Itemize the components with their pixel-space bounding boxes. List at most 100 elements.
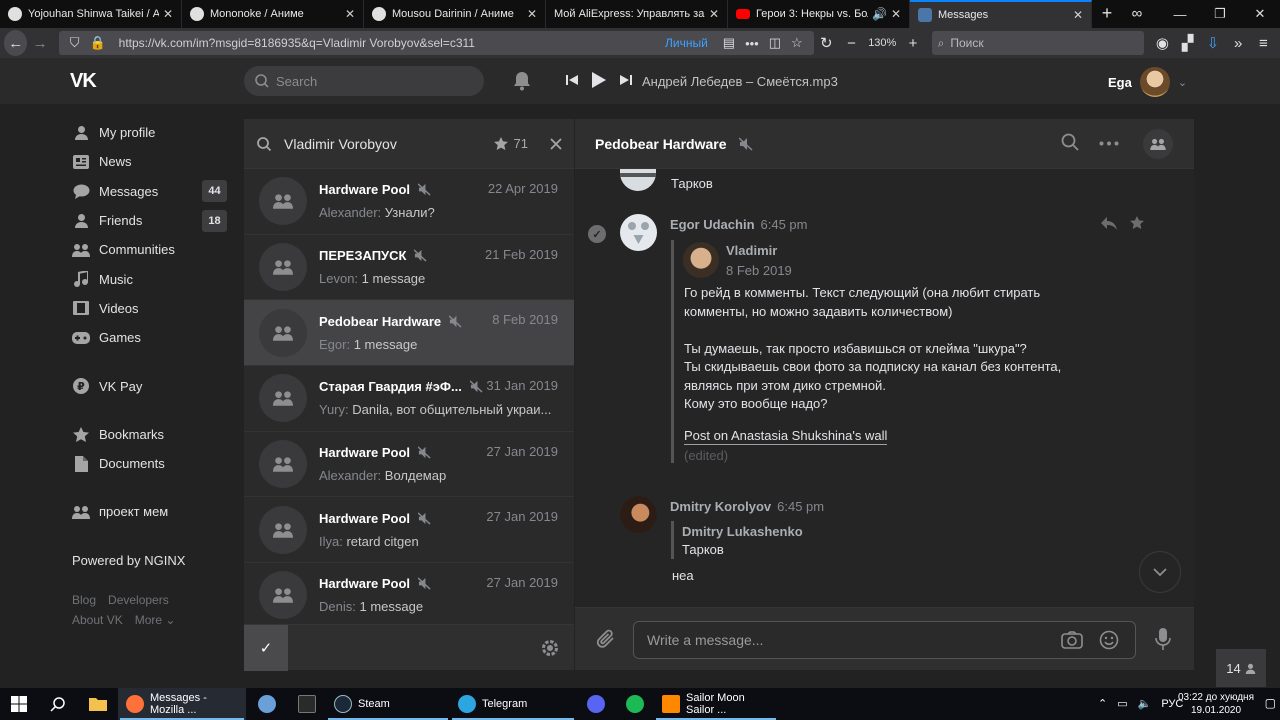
message-author[interactable]: Egor Udachin: [670, 217, 755, 232]
url-bar[interactable]: ⛉ 🔒 https://vk.com/im?msgid=8186935&q=Vl…: [58, 31, 814, 55]
reply-icon[interactable]: [1101, 217, 1117, 230]
online-friends-button[interactable]: 14: [1216, 649, 1266, 687]
zoom-in-button[interactable]: +: [900, 30, 925, 56]
dialog-row[interactable]: Hardware Pool Denis: 1 message 27 Jan 2019: [244, 563, 574, 629]
browser-tab[interactable]: Mousou Dairinin / Аниме ✕: [364, 0, 546, 28]
forward-author[interactable]: Vladimir: [726, 243, 777, 258]
post-link[interactable]: Post on Anastasia Shukshina's wall: [684, 428, 888, 445]
close-tab-icon[interactable]: ✕: [345, 7, 355, 21]
overflow-chevron-icon[interactable]: »: [1226, 30, 1251, 56]
taskbar-app-epic-games[interactable]: [288, 688, 326, 720]
menu-item-vk-pay[interactable]: ₽ VK Pay: [72, 371, 232, 400]
menu-item-my-profile[interactable]: My profile: [72, 118, 232, 147]
hamburger-menu-icon[interactable]: ≡: [1251, 30, 1276, 56]
scroll-to-bottom-button[interactable]: [1139, 551, 1181, 593]
taskbar-app-qbittorrent[interactable]: [246, 688, 288, 720]
play-icon[interactable]: [592, 72, 606, 88]
taskbar-app-firefox[interactable]: Messages - Mozilla ...: [118, 688, 246, 720]
microphone-icon[interactable]: [1155, 627, 1171, 651]
downloads-icon[interactable]: ⇩: [1200, 30, 1225, 56]
avatar[interactable]: [683, 242, 719, 278]
dialog-row[interactable]: ПЕРЕЗАПУСК Levon: 1 message 21 Feb 2019: [244, 235, 574, 301]
browser-tab[interactable]: Mononoke / Аниме ✕: [182, 0, 364, 28]
footer-link-blog[interactable]: Blog: [72, 593, 96, 607]
star-icon[interactable]: [1130, 216, 1144, 229]
bookmark-star-icon[interactable]: ☆: [791, 35, 803, 51]
next-track-icon[interactable]: [620, 74, 632, 86]
forward-date[interactable]: 8 Feb 2019: [726, 263, 792, 278]
current-track-title[interactable]: Андрей Лебедев – Смеётся.mp3: [642, 74, 838, 89]
avatar[interactable]: [620, 214, 657, 251]
message-time[interactable]: 6:45 pm: [777, 499, 824, 514]
starred-filter[interactable]: 71: [493, 136, 528, 151]
message-select-checkbox[interactable]: ✓: [588, 225, 606, 243]
menu-item-videos[interactable]: Videos: [72, 294, 232, 323]
camera-icon[interactable]: [1061, 631, 1083, 649]
avatar[interactable]: [259, 374, 307, 423]
menu-item-messages[interactable]: Messages 44: [72, 177, 232, 206]
paperclip-icon[interactable]: [595, 628, 617, 650]
vk-logo[interactable]: VK: [70, 70, 106, 92]
browser-tab-active[interactable]: Messages ✕: [910, 0, 1092, 28]
menu-item-powered[interactable]: Powered by NGINX: [72, 546, 232, 575]
close-window-button[interactable]: ✕: [1240, 6, 1280, 22]
forward-button[interactable]: →: [27, 30, 52, 56]
browser-search-bar[interactable]: ⌕ Поиск: [931, 31, 1144, 55]
url-text[interactable]: https://vk.com/im?msgid=8186935&q=Vladim…: [119, 36, 665, 50]
taskbar-app-spotify[interactable]: [616, 688, 654, 720]
taskbar-search-button[interactable]: [38, 688, 78, 720]
message-input[interactable]: Write a message...: [633, 621, 1136, 659]
system-clock[interactable]: 03:22 до хуюдня 19.01.2020: [1178, 691, 1254, 717]
dialog-row[interactable]: Hardware Pool Alexander: Волдемар 27 Jan 2…: [244, 432, 574, 498]
footer-link-developers[interactable]: Developers: [108, 593, 169, 607]
avatar[interactable]: [259, 243, 307, 292]
menu-item-friends[interactable]: Friends 18: [72, 206, 232, 235]
reload-button[interactable]: ↻: [814, 30, 839, 56]
network-icon[interactable]: ▭: [1117, 697, 1127, 710]
new-tab-button[interactable]: +: [1092, 0, 1122, 26]
lock-icon[interactable]: 🔒: [89, 35, 105, 51]
taskbar-app-steam[interactable]: Steam: [326, 688, 450, 720]
menu-item-bookmarks[interactable]: Bookmarks: [72, 420, 232, 449]
container-label[interactable]: Личный: [665, 36, 708, 50]
reply-text[interactable]: Тарков: [682, 541, 724, 560]
avatar[interactable]: [620, 169, 656, 191]
avatar[interactable]: [259, 308, 307, 357]
avatar[interactable]: [259, 571, 307, 620]
dialog-search-input[interactable]: Vladimir Vorobyov: [284, 136, 494, 152]
footer-link-about[interactable]: About VK: [72, 613, 123, 627]
dialog-row[interactable]: Старая Гвардия #эФ... Yury: Danila, вот о…: [244, 366, 574, 432]
pocket-icon[interactable]: ◫: [769, 35, 781, 51]
gear-icon[interactable]: [540, 638, 560, 658]
profile-menu[interactable]: Ega ⌄: [1108, 67, 1187, 97]
taskbar-app-vlc[interactable]: Sailor Moon Sailor ...: [654, 688, 778, 720]
start-button[interactable]: [0, 688, 38, 720]
zoom-level[interactable]: 130%: [868, 37, 896, 49]
previous-track-icon[interactable]: [566, 74, 578, 86]
page-actions-icon[interactable]: •••: [745, 36, 759, 51]
menu-item-music[interactable]: Music: [72, 264, 232, 293]
mark-read-button[interactable]: ✓: [244, 625, 288, 671]
close-icon[interactable]: [550, 137, 562, 150]
notifications-icon[interactable]: ▢: [1265, 696, 1276, 710]
close-tab-icon[interactable]: ✕: [527, 7, 537, 21]
volume-icon[interactable]: 🔈: [1138, 697, 1152, 710]
browser-tab[interactable]: Yojouhan Shinwa Taikei / Аниме ✕: [0, 0, 182, 28]
close-tab-icon[interactable]: ✕: [1073, 8, 1083, 22]
search-icon[interactable]: [1061, 133, 1079, 151]
close-tab-icon[interactable]: ✕: [163, 7, 173, 21]
extensions-grid-icon[interactable]: ▞: [1175, 30, 1200, 56]
menu-item-games[interactable]: Games: [72, 323, 232, 352]
menu-item-news[interactable]: News: [72, 147, 232, 176]
avatar[interactable]: [259, 440, 307, 489]
avatar[interactable]: [620, 496, 657, 533]
chat-avatar[interactable]: [1143, 129, 1173, 159]
tray-chevron-up-icon[interactable]: ⌃: [1098, 697, 1107, 710]
menu-item-communities[interactable]: Communities: [72, 235, 232, 264]
footer-link-more[interactable]: More ⌄: [135, 613, 176, 627]
dialog-row[interactable]: Hardware Pool Alexander: Узнали? 22 Apr 20…: [244, 169, 574, 235]
audio-playing-icon[interactable]: 🔊: [872, 7, 887, 21]
close-tab-icon[interactable]: ✕: [891, 7, 901, 21]
message-author[interactable]: Dmitry Korolyov: [670, 499, 771, 514]
message-time[interactable]: 6:45 pm: [761, 217, 808, 232]
